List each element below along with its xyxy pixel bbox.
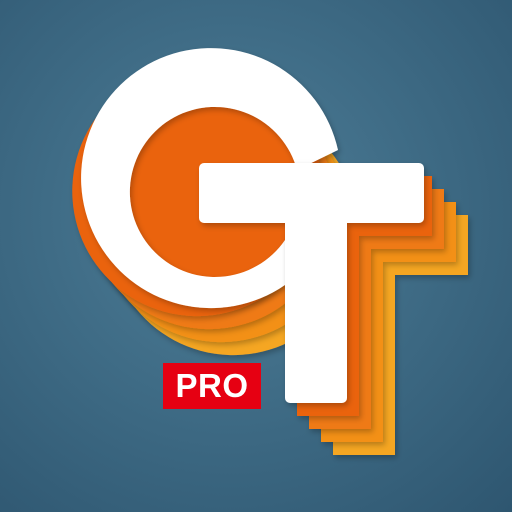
pro-badge: PRO [163,363,261,409]
app-icon: PRO [0,0,512,512]
gt-logo-icon [72,48,468,455]
